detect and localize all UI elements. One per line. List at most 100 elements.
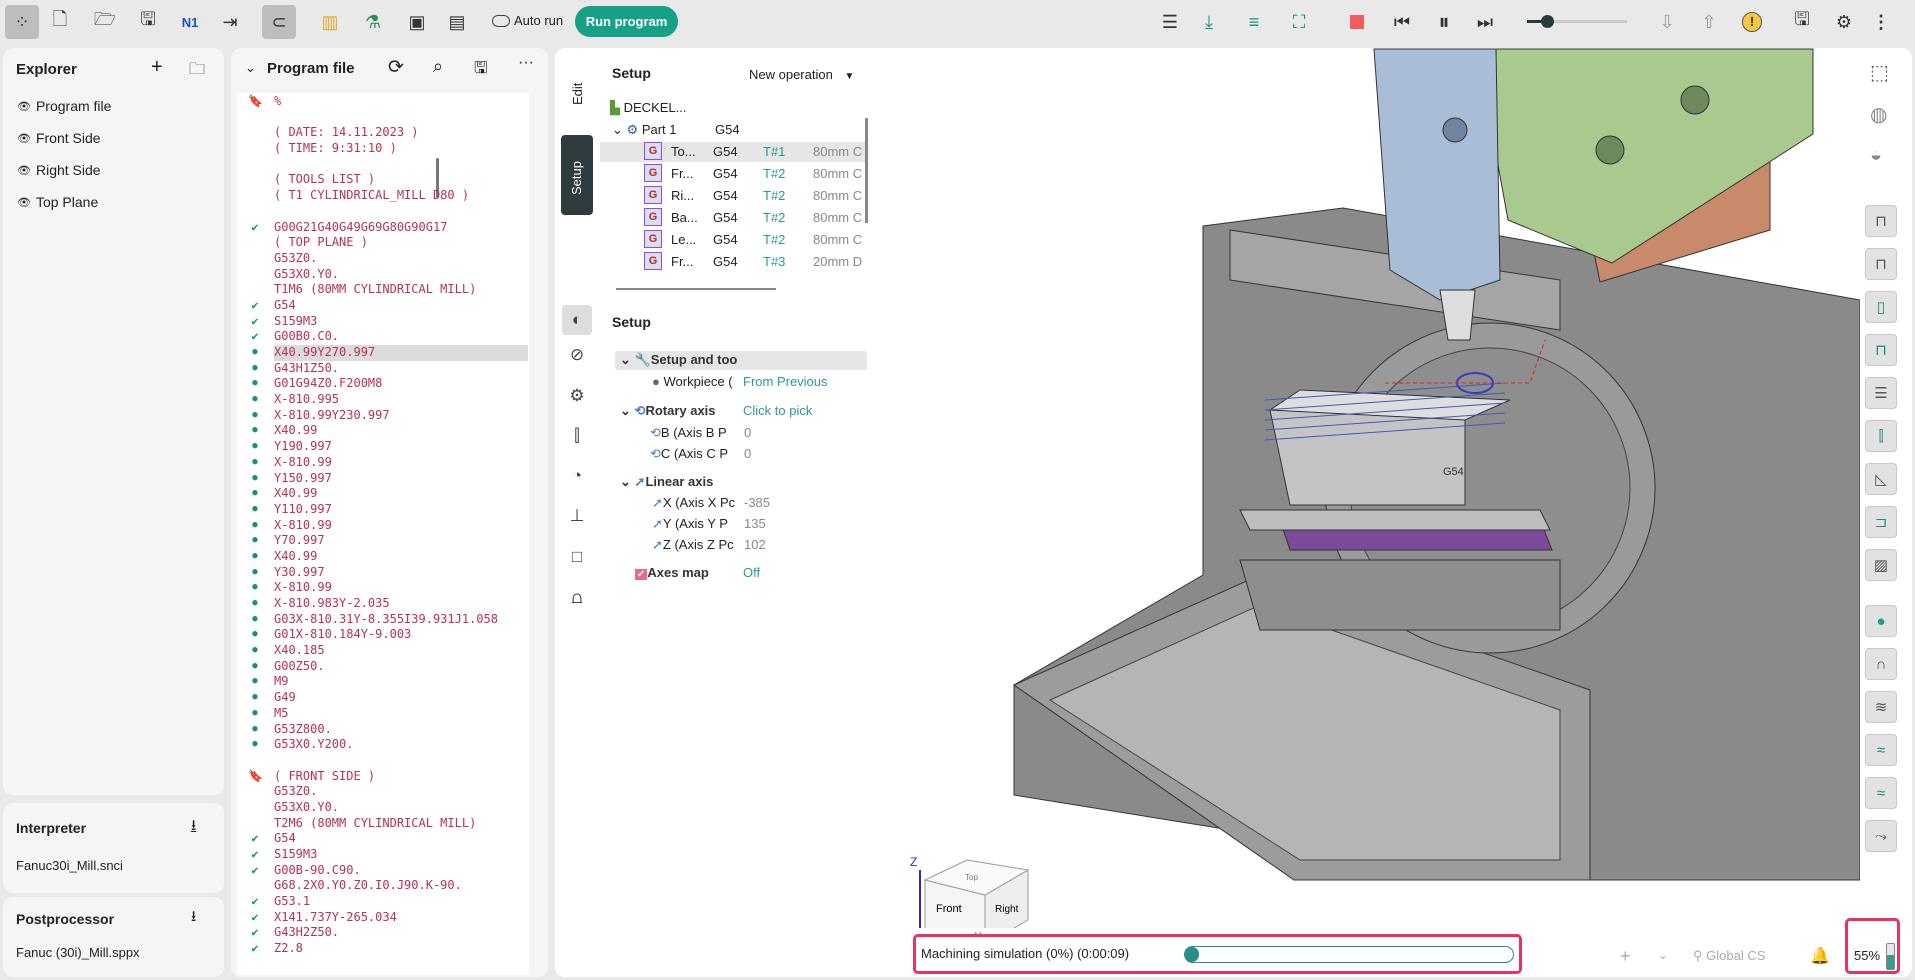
code-line[interactable]: ● Y150.997 [240,471,540,487]
code-line[interactable] [240,157,540,173]
stock-icon[interactable]: □ [562,547,592,567]
machine-item[interactable]: ▙ DECKEL... [610,98,686,118]
run-program-button[interactable]: Run program [575,6,678,37]
operation-row[interactable]: G To... G54 T#1 80mm C [600,142,865,162]
clamp-icon[interactable]: ⩍ [562,588,592,608]
code-line[interactable]: ● Y30.997 [240,565,540,581]
code-line[interactable]: ● G01G94Z0.F200M8 [240,376,540,392]
operation-row[interactable]: G Ba... G54 T#2 80mm C [600,208,865,228]
code-line[interactable]: ( T1 CYLINDRICAL_MILL D80 ) [240,188,540,204]
code-line[interactable] [240,204,540,220]
chevron-down-icon[interactable]: ⌄ [612,122,623,137]
setup-icon[interactable]: ◐ [562,305,592,335]
add-icon[interactable]: + [1620,946,1631,967]
gear-icon[interactable]: ⚙ [1827,5,1861,39]
sphere-icon[interactable]: ◍ [1870,102,1887,127]
code-line[interactable]: ● X40.99Y270.997 [240,345,540,361]
code-line[interactable]: ✔ G00B-90.C90. [240,863,540,879]
code-line[interactable]: ● M9 [240,674,540,690]
zoom-indicator[interactable]: 55% [1845,918,1900,974]
3d-viewport[interactable]: G54 Front Right Top Z [875,48,1860,928]
code-line[interactable]: ● G53X0.Y200. [240,737,540,753]
compass-icon[interactable]: ⊘ [562,345,592,365]
code-line[interactable]: ● G43H1Z50. [240,361,540,377]
view-stock-icon[interactable]: ▯ [1865,291,1897,323]
fit-view-icon[interactable]: ⬚ [1870,60,1889,85]
add-icon[interactable]: + [151,56,163,79]
operation-row[interactable]: G Ri... G54 T#2 80mm C [600,186,865,206]
code-line[interactable]: G53X0.Y0. [240,800,540,816]
step-into-icon[interactable]: ⤓ [1192,5,1226,39]
view-surface-icon[interactable]: ≋ [1865,691,1897,723]
code-line[interactable]: ( TOP PLANE ) [240,235,540,251]
code-line[interactable]: ● X-810.995 [240,392,540,408]
align-icon[interactable]: ≡ [1237,5,1271,39]
code-line[interactable]: ● G01X-810.184Y-9.003 [240,627,540,643]
code-line[interactable]: G68.2X0.Y0.Z0.I0.J90.K-90. [240,878,540,894]
view-top-icon[interactable]: ⊓ [1865,205,1897,237]
skip-back-icon[interactable]: ⏮ [1385,5,1419,39]
code-line[interactable]: 🔖% [240,94,540,110]
view-clamp-icon[interactable]: ⊐ [1865,506,1897,538]
code-line[interactable]: ✔ G54 [240,298,540,314]
view-tool-icon[interactable]: ⫿ [1865,420,1897,452]
chevron-down-icon[interactable]: ⌄ [1658,948,1668,962]
view-curve-icon[interactable]: ∩ [1865,648,1897,680]
code-line[interactable]: ● G00Z50. [240,659,540,675]
stop-icon[interactable] [1340,5,1374,39]
tab-setup[interactable]: Setup [561,135,593,215]
skip-forward-icon[interactable]: ⏭ [1468,5,1502,39]
view-part-icon[interactable]: ⊓ [1865,334,1897,366]
operation-row[interactable]: G Le... G54 T#2 80mm C [600,230,865,250]
code-line[interactable]: 🔖 ( FRONT SIDE ) [240,769,540,785]
speed-slider[interactable] [1527,15,1627,28]
save-icon[interactable]: 🖫 [131,5,165,39]
download-icon[interactable]: ⭳ [191,815,196,840]
code-line[interactable]: T1M6 (80MM CYLINDRICAL MILL) [240,282,540,298]
code-line[interactable]: ● G03X-810.31Y-8.355I39.931J1.058 [240,612,540,628]
chevron-down-icon[interactable]: ⌄ [620,403,631,418]
explorer-item-top-plane[interactable]: 👁 Top Plane [17,194,98,210]
code-line[interactable] [240,753,540,769]
code-lines[interactable]: 🔖% ( DATE: 14.11.2023 )( TIME: 9:31:10 ) (… [240,94,540,957]
code-line[interactable]: G53X0.Y0. [240,267,540,283]
save-icon[interactable]: 🖫 [474,57,488,84]
b-axis-value[interactable]: 0 [744,423,751,443]
code-line[interactable]: ( TIME: 9:31:10 ) [240,141,540,157]
simulation-progress-bar[interactable] [1184,946,1514,963]
code-line[interactable]: G53Z0. [240,251,540,267]
view-hatch-icon[interactable]: ▨ [1865,549,1897,581]
controller-icon[interactable]: ▣ [400,5,434,39]
code-line[interactable]: ● Y190.997 [240,439,540,455]
x-axis-value[interactable]: -385 [744,493,770,513]
new-file-icon[interactable]: 🗋 [43,5,77,39]
code-line[interactable]: ● X-810.99 [240,580,540,596]
tool-icon[interactable]: ⚗ [356,5,390,39]
tree-vscrollbar[interactable] [865,118,868,223]
c-axis-value[interactable]: 0 [744,444,751,464]
chevron-down-icon[interactable]: ⌄ [620,474,631,489]
new-operation-dropdown[interactable]: New operation ▼ [749,67,854,82]
code-line[interactable]: ✔ G43H2Z50. [240,925,540,941]
y-axis-value[interactable]: 135 [744,514,766,534]
list-icon[interactable]: ☰ [1153,5,1187,39]
fixture-icon[interactable]: ⊥ [562,506,592,526]
code-line[interactable]: ✔ Z2.8 [240,941,540,957]
search-icon[interactable]: ⌕ [433,56,443,77]
explorer-item-program-file[interactable]: 👁 Program file [17,98,111,114]
grid-icon[interactable]: ⁘ [5,5,39,39]
numbering-icon[interactable]: N1 [173,5,207,39]
speed-slider-handle[interactable] [1541,15,1554,28]
fit-icon[interactable]: ⛶ [1282,5,1316,39]
axes-map-value[interactable]: Off [743,563,760,583]
code-line[interactable]: ✔ S159M3 [240,847,540,863]
code-line[interactable]: ● Y110.997 [240,502,540,518]
global-cs-button[interactable]: ⚲ Global CS [1693,948,1765,964]
view-point-icon[interactable]: ● [1865,605,1897,637]
auto-run-toggle[interactable]: Auto run [492,13,563,28]
save-run-icon[interactable]: 🖫 [1785,5,1819,39]
bell-icon[interactable]: 🔔 [1810,946,1830,966]
code-line[interactable]: ● X-810.99 [240,455,540,471]
code-line[interactable]: ✔ G00G21G40G49G69G80G90G17 [240,220,540,236]
code-line[interactable]: ● X-810.99 [240,518,540,534]
